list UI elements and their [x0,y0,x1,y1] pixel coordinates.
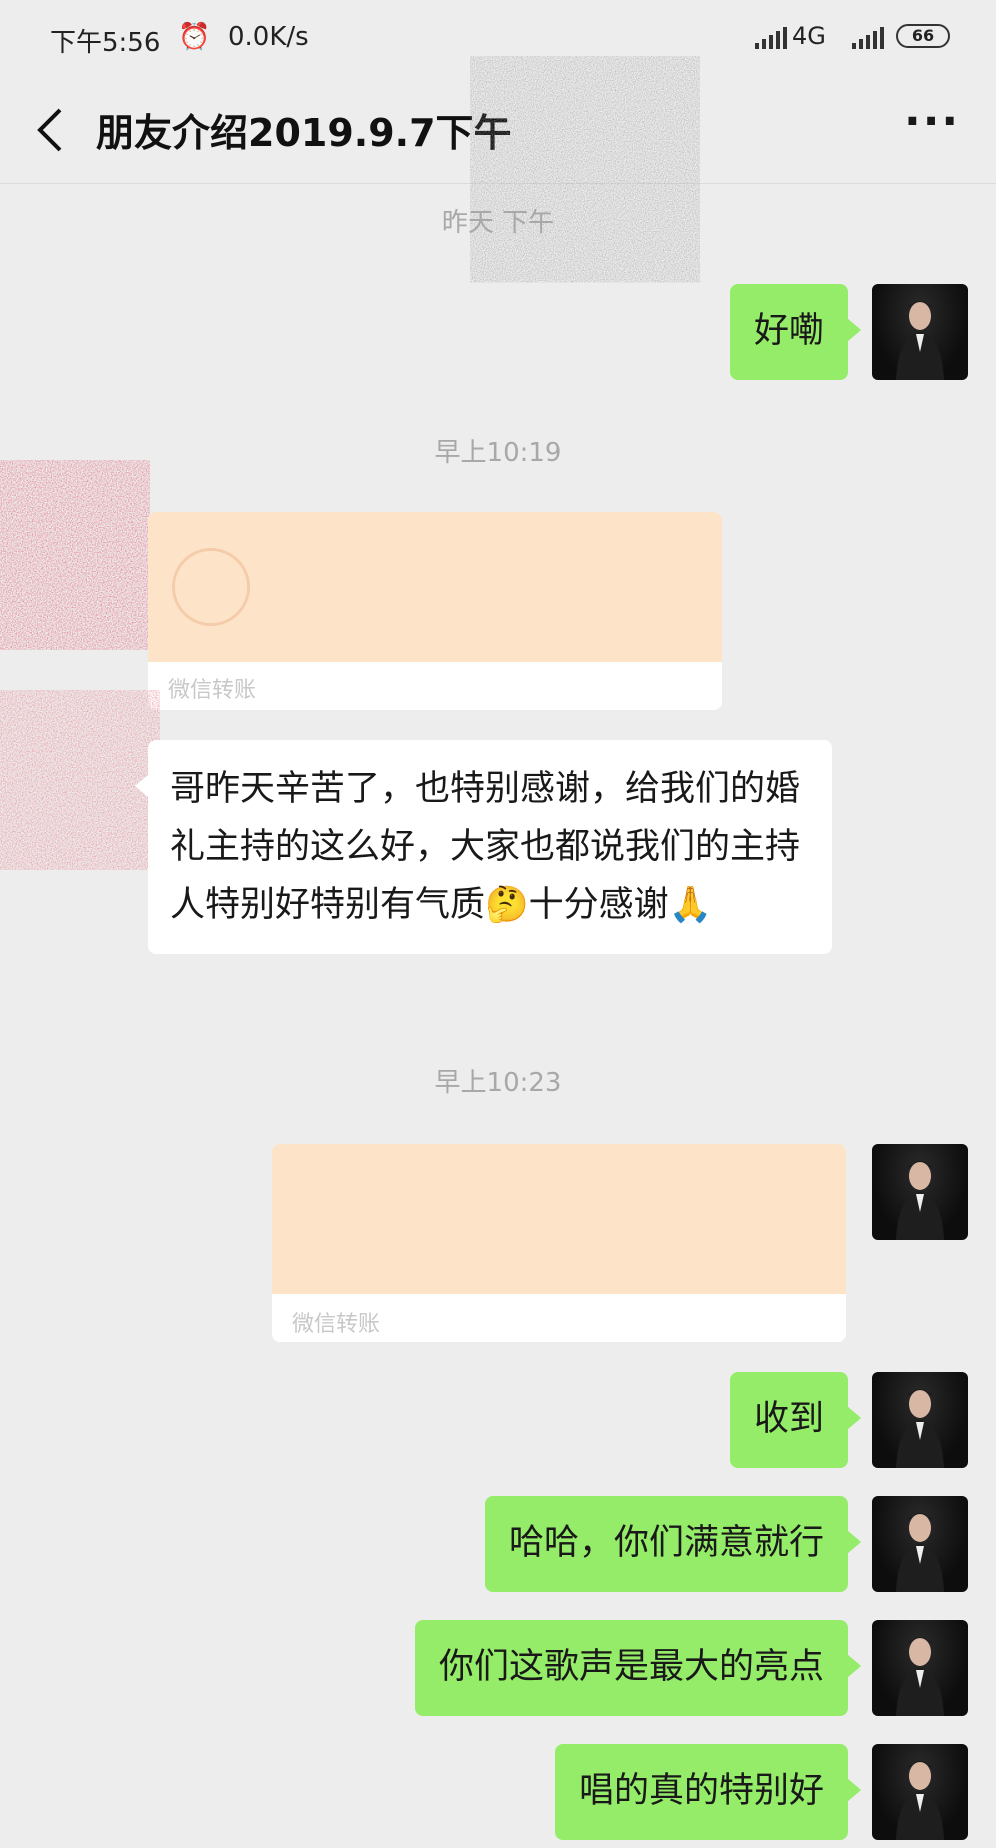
timestamp: 早上10:19 [434,438,562,468]
chat-title: 朋友介绍2019.9.7下午 [96,111,512,155]
wechat-transfer-card[interactable]: 微信转账 [148,512,722,710]
message-text: 收到 [753,1399,824,1439]
timestamp: 早上10:23 [434,1068,562,1098]
timestamp: 昨天 下午 [441,208,555,238]
alarm-icon: ⏰ [178,22,211,52]
network-speed: 0.0K/s [228,22,309,52]
check-icon [172,548,250,626]
my-message-bubble[interactable]: 收到 [729,1372,862,1468]
my-avatar[interactable] [872,1144,968,1240]
their-message-bubble[interactable]: 哥昨天辛苦了，也特别感谢，给我们的婚礼主持的这么好，大家也都说我们的主持人特别好… [135,740,832,954]
battery-icon: 66 [896,24,950,48]
status-time: 下午5:56 [50,28,161,58]
my-message-bubble[interactable]: 哈哈，你们满意就行 [484,1496,862,1592]
my-avatar[interactable] [872,284,968,380]
transfer-card-top [272,1144,846,1294]
my-avatar[interactable] [872,1744,968,1840]
my-message-bubble[interactable]: 好嘞 [729,284,862,380]
message-text: 好嘞 [753,311,824,351]
back-arrow-icon[interactable] [30,102,70,158]
my-avatar[interactable] [872,1372,968,1468]
chat-header: 朋友介绍2019.9.7下午 ··· [0,76,996,184]
wechat-transfer-card[interactable]: 微信转账 [272,1144,846,1342]
message-text: 唱的真的特别好 [578,1771,824,1811]
redaction-scribble-avatar [5,472,143,637]
more-options-icon[interactable]: ··· [904,96,960,147]
status-bar: 下午5:56 ⏰ 0.0K/s 4G 66 [0,0,996,76]
my-avatar[interactable] [872,1496,968,1592]
transfer-label: 微信转账 [168,678,257,703]
message-text: 哈哈，你们满意就行 [508,1523,824,1563]
signal-icon-2 [852,26,884,56]
network-type: 4G [792,22,826,50]
transfer-label: 微信转账 [292,1312,381,1337]
my-message-bubble[interactable]: 唱的真的特别好 [554,1744,862,1840]
my-avatar[interactable] [872,1620,968,1716]
my-message-bubble[interactable]: 你们这歌声是最大的亮点 [414,1620,862,1716]
message-text: 你们这歌声是最大的亮点 [438,1647,824,1687]
message-text: 哥昨天辛苦了，也特别感谢，给我们的婚礼主持的这么好，大家也都说我们的主持人特别好… [170,769,801,925]
signal-icon [755,26,787,56]
